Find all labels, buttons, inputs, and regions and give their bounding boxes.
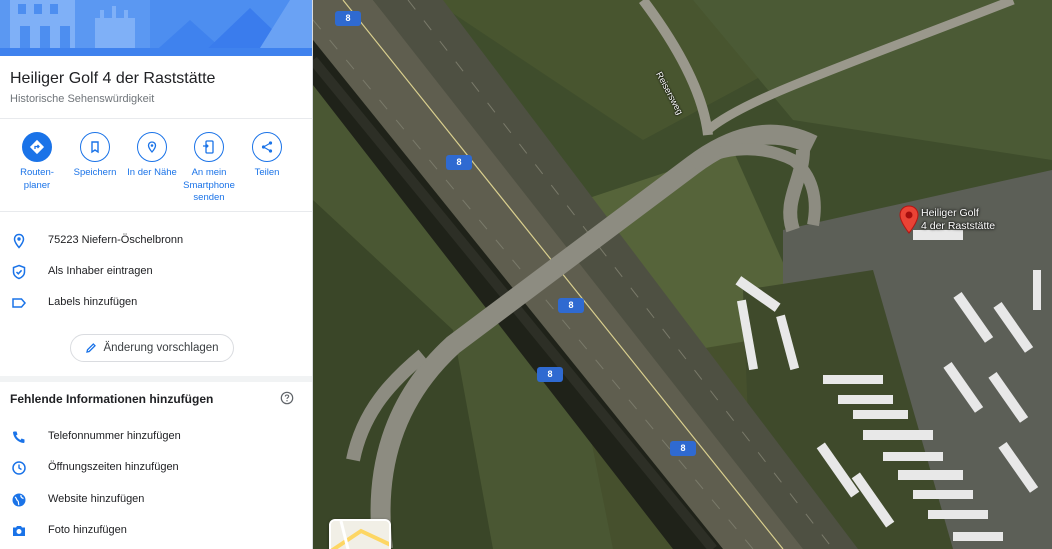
add-phone-text: Telefonnummer hinzufügen [48,430,181,442]
road-shield: 8 [558,298,584,313]
save-label: Speichern [73,167,117,178]
hero-illustration [0,0,312,56]
section-divider [0,376,312,382]
suggest-edit-button[interactable]: Änderung vorschlagen [70,334,234,362]
add-website-row[interactable]: Website hinzufügen [0,487,312,513]
road-shield: 8 [670,441,696,456]
satellite-imagery [313,0,1052,549]
share-label: Teilen [254,167,280,178]
pencil-icon [86,343,97,353]
nearby-label: In der Nähe [127,167,177,178]
suggest-edit-label: Änderung vorschlagen [103,342,219,354]
add-phone-row[interactable]: Telefonnummer hinzufügen [0,424,312,450]
send-to-phone-button[interactable]: An mein Smartphone senden [177,132,241,205]
pin-label[interactable]: Heiliger Golf 4 der Raststätte [921,207,995,232]
claim-business-row[interactable]: Als Inhaber eintragen [0,259,312,285]
phone-call-icon [13,431,25,443]
bookmark-icon [80,132,110,162]
road-shield: 8 [446,155,472,170]
phone-icon [194,132,224,162]
map-layers-toggle[interactable] [329,519,391,549]
directions-label: Routen- planer [20,167,54,191]
place-title: Heiliger Golf 4 der Raststätte [10,70,216,87]
add-hours-text: Öffnungszeiten hinzufügen [48,461,179,473]
share-icon [252,132,282,162]
claim-business-text: Als Inhaber eintragen [48,265,153,277]
map-thumbnail-icon [331,521,389,549]
divider [0,118,312,119]
place-panel: Heiliger Golf 4 der Raststätte Historisc… [0,0,313,549]
save-button[interactable]: Speichern [63,132,127,180]
camera-icon [13,526,25,536]
directions-button[interactable]: Routen- planer [5,132,69,192]
globe-icon [12,493,26,507]
hero-image[interactable] [0,0,312,56]
add-label-row[interactable]: Labels hinzufügen [0,290,312,316]
nearby-icon [137,132,167,162]
location-pin-marker[interactable] [898,205,920,235]
add-label-text: Labels hinzufügen [48,296,138,308]
address-text: 75223 Niefern-Öschelbronn [48,234,184,246]
directions-icon [22,132,52,162]
missing-info-title: Fehlende Informationen hinzufügen [10,392,214,406]
address-row[interactable]: 75223 Niefern-Öschelbronn [0,228,312,254]
add-photo-row[interactable]: Foto hinzufügen [0,518,312,544]
place-category[interactable]: Historische Sehenswürdigkeit [10,93,154,105]
add-website-text: Website hinzufügen [48,493,145,505]
nearby-button[interactable]: In der Nähe [120,132,184,180]
share-button[interactable]: Teilen [235,132,299,180]
location-pin-icon [13,233,25,249]
clock-icon [12,461,26,475]
road-shield: 8 [537,367,563,382]
add-photo-text: Foto hinzufügen [48,524,127,536]
verified-shield-icon [12,264,26,280]
help-icon[interactable] [280,391,294,405]
label-icon [12,298,26,308]
road-shield: 8 [335,11,361,26]
send-to-phone-label: An mein Smartphone senden [183,167,235,203]
divider [0,211,312,212]
add-hours-row[interactable]: Öffnungszeiten hinzufügen [0,455,312,481]
satellite-map[interactable]: Reisersweg 8 8 8 8 8 Heiliger Golf 4 der… [313,0,1052,549]
